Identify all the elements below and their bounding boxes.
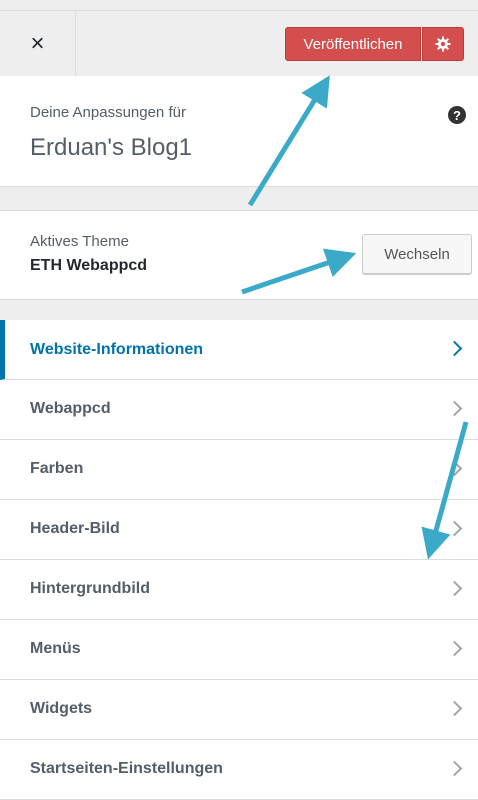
help-icon[interactable]: ? <box>448 106 466 124</box>
panel-item-label: Widgets <box>30 700 93 717</box>
panel-item-background-image[interactable]: Hintergrundbild <box>0 560 478 620</box>
close-icon: × <box>30 29 45 57</box>
panel-item-label: Webappcd <box>30 400 111 417</box>
panel-item-header-image[interactable]: Header-Bild <box>0 500 478 560</box>
customize-info-label: Deine Anpassungen für <box>30 104 186 121</box>
panel-item-label: Header-Bild <box>30 520 120 537</box>
panel-item-menus[interactable]: Menüs <box>0 620 478 680</box>
chevron-right-icon <box>446 640 463 657</box>
site-title: Erduan's Blog1 <box>30 134 193 161</box>
chevron-right-icon <box>446 760 463 777</box>
customizer-header: × Veröffentlichen <box>0 10 478 77</box>
panel-item-webappcd[interactable]: Webappcd <box>0 380 478 440</box>
close-button[interactable]: × <box>0 11 76 76</box>
chevron-right-icon <box>446 340 463 357</box>
chevron-right-icon <box>446 580 463 597</box>
chevron-right-icon <box>446 700 463 717</box>
chevron-right-icon <box>446 520 463 537</box>
panel-item-widgets[interactable]: Widgets <box>0 680 478 740</box>
panel-item-homepage-settings[interactable]: Startseiten-Einstellungen <box>0 740 478 800</box>
chevron-right-icon <box>446 460 463 477</box>
publish-button[interactable]: Veröffentlichen <box>285 27 421 61</box>
panel-item-label: Startseiten-Einstellungen <box>30 760 223 777</box>
panel-item-label: Hintergrundbild <box>30 580 150 597</box>
panel-item-label: Menüs <box>30 640 81 657</box>
panel-item-label: Website-Informationen <box>30 341 204 358</box>
chevron-right-icon <box>446 400 463 417</box>
change-theme-button[interactable]: Wechseln <box>362 234 472 274</box>
publish-settings-button[interactable] <box>422 27 464 61</box>
active-theme-section: Aktives Theme ETH Webappcd Wechseln <box>0 210 478 300</box>
active-theme-label: Aktives Theme <box>30 233 129 250</box>
customize-info: Deine Anpassungen für Erduan's Blog1 ? <box>0 76 478 187</box>
gear-icon <box>435 36 451 52</box>
customizer-panel-list: Website-Informationen Webappcd Farben He… <box>0 320 478 800</box>
panel-item-colors[interactable]: Farben <box>0 440 478 500</box>
active-theme-name: ETH Webappcd <box>30 257 148 274</box>
panel-item-label: Farben <box>30 460 84 477</box>
panel-item-site-identity[interactable]: Website-Informationen <box>0 320 478 380</box>
